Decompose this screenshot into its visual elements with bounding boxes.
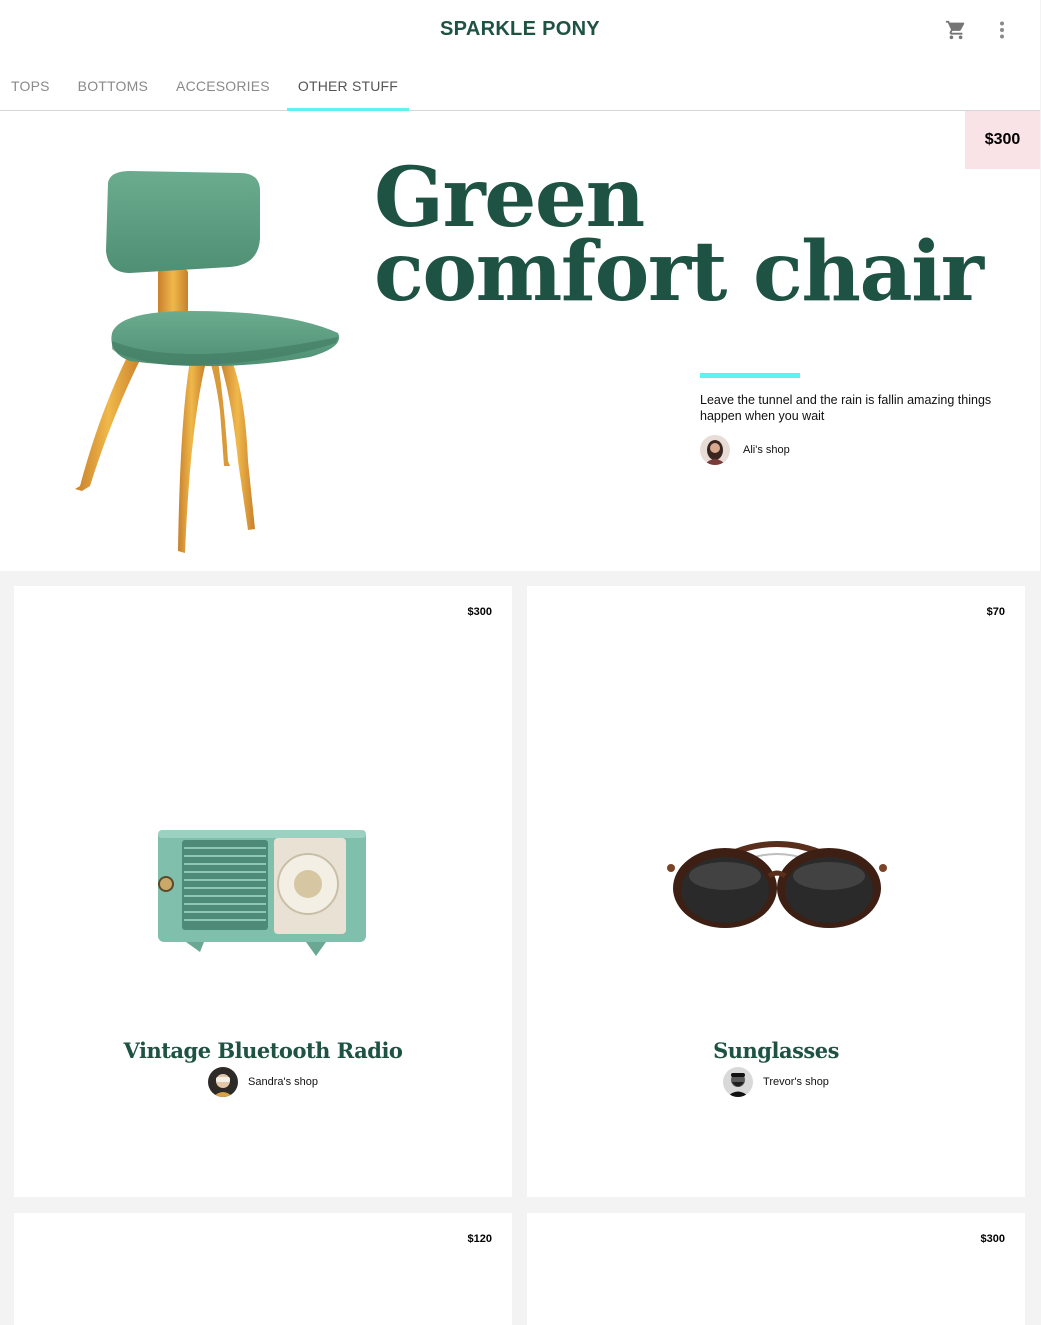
shopping-cart-icon <box>945 20 965 40</box>
price-label: $300 <box>467 606 492 618</box>
product-title: Sunglasses <box>713 1038 839 1063</box>
tab-tops[interactable]: TOPS <box>0 66 61 110</box>
tab-accesories[interactable]: ACCESORIES <box>165 66 281 110</box>
price-label: $120 <box>467 1233 492 1245</box>
accent-divider <box>700 373 800 378</box>
top-app-bar: SPARKLE PONY TOPS BOTTOMS ACCESORIES OTH… <box>0 0 1040 111</box>
avatar <box>208 1067 238 1097</box>
green-chair-image <box>75 171 340 553</box>
shop-name: Trevor's shop <box>763 1076 829 1088</box>
tab-bottoms[interactable]: BOTTOMS <box>67 66 159 110</box>
sunglasses-image <box>667 841 887 928</box>
cart-button[interactable] <box>940 16 972 44</box>
shop-name: Sandra's shop <box>248 1076 318 1088</box>
tab-other-stuff[interactable]: OTHER STUFF <box>286 66 410 111</box>
featured-title: Green comfort chair <box>374 150 984 320</box>
product-shop[interactable]: Trevor's shop <box>527 1067 1025 1097</box>
price-label: $70 <box>986 606 1005 618</box>
more-options-button[interactable] <box>990 16 1014 44</box>
shop-name: Ali's shop <box>743 444 790 456</box>
more-vert-icon <box>1000 21 1004 39</box>
vintage-radio-image <box>158 830 366 956</box>
avatar <box>723 1067 754 1097</box>
price-label: $300 <box>980 1233 1005 1245</box>
category-tabs: TOPS BOTTOMS ACCESORIES OTHER STUFF <box>0 66 410 111</box>
product-title: Vintage Bluetooth Radio <box>123 1038 403 1063</box>
product-shop[interactable]: Sandra's shop <box>14 1067 512 1097</box>
featured-shop[interactable]: Ali's shop <box>700 435 790 465</box>
avatar <box>700 435 730 465</box>
featured-description: Leave the tunnel and the rain is fallin … <box>700 393 992 423</box>
product-card[interactable]: $300 Vintage Bluetooth Radio Sandra's sh… <box>14 586 512 1197</box>
product-card[interactable]: $300 <box>527 1213 1025 1325</box>
product-card[interactable]: $120 <box>14 1213 512 1325</box>
featured-product[interactable]: $300 Green comfort chair Leave the tunne… <box>0 111 1040 571</box>
brand-title[interactable]: SPARKLE PONY <box>0 18 1040 41</box>
product-card[interactable]: $70 Sunglasses Trevor's shop <box>527 586 1025 1197</box>
